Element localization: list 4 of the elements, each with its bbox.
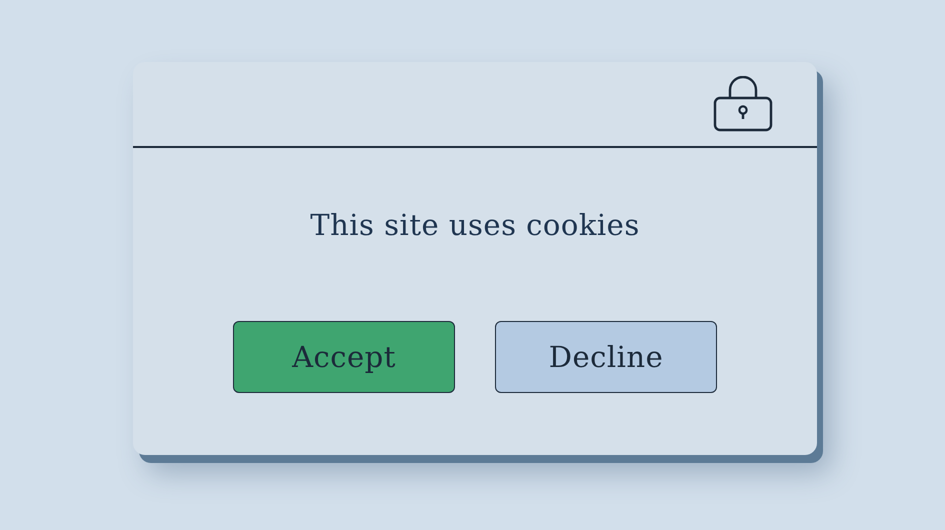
decline-button[interactable]: Decline [495, 321, 717, 393]
accept-button[interactable]: Accept [233, 321, 455, 393]
lock-icon [713, 76, 773, 132]
dialog-message: This site uses cookies [310, 208, 640, 242]
